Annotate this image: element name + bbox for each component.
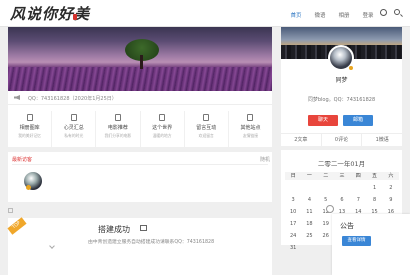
divider [12,164,268,165]
calendar-day[interactable]: 9 [383,196,399,204]
announcement-title: 公告 [340,222,354,230]
feature-movie[interactable]: 电影推荐 我们分享的电影 [96,111,141,147]
recent-visitors-panel: 最新访客 随机 [8,152,272,202]
feature-sub: 我们分享的电影 [104,133,132,138]
feature-sub: 欢迎留言 [198,133,214,138]
announcement-panel: 公告 查看详情 [332,214,410,275]
main-nav: 首页 微语 相册 登录 [284,11,380,19]
mail-button[interactable]: 邮箱 [343,115,373,126]
profile-desc: 同梦blog。QQ：743161828 [307,97,376,103]
broken-image-icon [8,208,13,213]
speaker-icon [14,95,20,100]
verified-badge-icon [348,65,354,71]
document-icon [159,114,166,121]
profile-card: 同梦 同梦blog。QQ：743161828 聊天 邮箱 2文章 0评论 1微语 [281,27,402,146]
calendar-day[interactable]: 2 [383,184,399,192]
nav-item-login[interactable]: 登录 [356,11,380,19]
nav-item-weiyu[interactable]: 微语 [308,11,332,19]
calendar-day [301,184,317,192]
visitors-random-link[interactable]: 随机 [260,156,270,163]
weekday-sun: 日 [285,172,302,180]
post-meta: 由中青创造建立服务自动搭建成功请联系QQ：743161828 [88,240,215,245]
feature-title: 电影推荐 [107,125,128,131]
file-icon [247,114,254,121]
calendar-day[interactable]: 6 [334,196,350,204]
profile-stats: 2文章 0评论 1微语 [281,133,402,146]
calendar-day[interactable]: 8 [366,196,382,204]
calendar-day[interactable]: 17 [285,220,301,228]
user-icon[interactable] [380,9,387,16]
feature-world[interactable]: 这个世界 温暖的地方 [141,111,185,147]
feature-title: 心灵汇总 [63,125,84,131]
calendar-day[interactable]: 25 [301,232,317,240]
notice-bar: QQ：743161828（2020年1月25日） [8,91,272,105]
feature-title: 其他站点 [240,125,261,131]
calendar-day[interactable]: 1 [366,184,382,192]
heart-icon [70,114,77,121]
chat-button[interactable]: 聊天 [308,115,338,126]
feature-album[interactable]: 相册图库 我的美好记忆 [8,111,53,147]
feature-heart[interactable]: 心灵汇总 私有的时光 [52,111,97,147]
calendar-day[interactable]: 5 [318,196,334,204]
calendar-day[interactable]: 11 [301,208,317,216]
view-details-button[interactable]: 查看详情 [342,236,371,246]
weekday-wed: 三 [333,172,351,180]
visitor-badge-icon [26,185,31,190]
feature-sub: 温暖的地方 [152,133,172,138]
weekday-mon: 一 [301,172,318,180]
feature-sub: 私有的时光 [64,133,84,138]
feature-sub: 我的美好记忆 [18,133,41,138]
feature-title: 这个世界 [152,125,173,131]
calendar-day[interactable]: 10 [285,208,301,216]
album-icon [26,114,33,121]
feature-title: 相册图库 [19,125,40,131]
calendar-day [334,184,350,192]
stat-weiyu[interactable]: 1微语 [362,134,402,146]
calendar-day [285,184,301,192]
banner-image[interactable] [8,27,272,91]
logo-seal [73,14,77,20]
feature-message[interactable]: 留言互动 欢迎留言 [185,111,229,147]
visitors-title: 最新访客 [12,157,33,163]
calendar-day[interactable]: 18 [301,220,317,228]
profile-name: 同梦 [335,77,348,84]
feature-title: 留言互动 [196,125,217,131]
top-header: 风说你好美 首页 微语 相册 登录 [0,0,410,27]
notice-text: QQ：743161828（2020年1月25日） [28,96,117,102]
feature-sites[interactable]: 其他站点 友情链接 [229,111,272,147]
calendar-title: 二零二一年01月 [317,160,366,168]
image-icon [140,225,147,231]
weekday-thu: 四 [350,172,367,180]
weekday-sat: 六 [382,172,399,180]
film-icon [114,114,121,121]
calendar-day [350,184,366,192]
site-logo[interactable]: 风说你好美 [10,3,90,24]
feature-grid: 相册图库 我的美好记忆 心灵汇总 私有的时光 电影推荐 我们分享的电影 这个世界… [8,111,272,147]
nav-item-album[interactable]: 相册 [332,11,356,19]
calendar-day [301,244,317,252]
calendar-day[interactable]: 4 [301,196,317,204]
calendar-day[interactable]: 3 [285,196,301,204]
tree-trunk [140,55,143,69]
stat-comments[interactable]: 0评论 [322,134,363,146]
calendar-prev-icon[interactable] [326,205,334,213]
weekday-tue: 二 [317,172,334,180]
calendar-day[interactable]: 31 [285,244,301,252]
stat-articles[interactable]: 2文章 [281,134,322,146]
search-icon[interactable] [394,9,400,15]
calendar-day[interactable]: 7 [350,196,366,204]
feature-sub: 友情链接 [242,133,259,138]
main-card: QQ：743161828（2020年1月25日） 相册图库 我的美好记忆 心灵汇… [8,27,272,147]
calendar-day [318,184,334,192]
nav-item-home[interactable]: 首页 [284,11,308,19]
calendar-day[interactable]: 24 [285,232,301,240]
edit-icon [203,114,210,121]
post-title[interactable]: 搭建成功 [98,224,130,235]
weekday-fri: 五 [366,172,383,180]
lavender-field [8,67,272,91]
